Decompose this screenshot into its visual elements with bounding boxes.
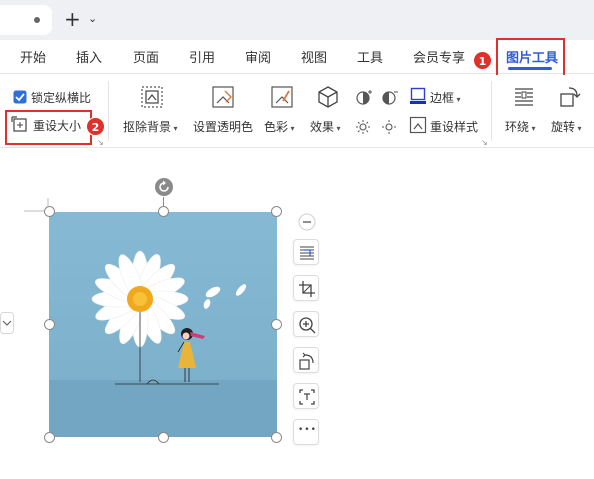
effects-icon[interactable] — [316, 85, 340, 109]
resize-handle-bottom-left[interactable] — [44, 432, 55, 443]
contrast-increase-icon[interactable] — [355, 117, 373, 135]
quick-fit-button[interactable] — [293, 383, 319, 409]
size-dialog-launcher-icon[interactable]: ↘ — [97, 138, 104, 147]
ribbon-divider — [491, 81, 492, 141]
tab-review[interactable]: 审阅 — [245, 47, 271, 66]
wrap-text-icon — [300, 246, 314, 260]
quick-wrap-button[interactable] — [293, 239, 319, 265]
new-tab-dropdown-icon[interactable]: ⌄ — [88, 12, 97, 25]
quick-rotate-button[interactable] — [293, 347, 319, 373]
rotate-handle-icon[interactable] — [154, 177, 174, 197]
brightness-increase-icon[interactable] — [355, 88, 373, 106]
new-tab-button[interactable]: + — [64, 8, 81, 30]
step-badge-1: 1 — [473, 51, 492, 70]
resize-handle-bottom-right[interactable] — [271, 432, 282, 443]
side-panel-toggle-icon[interactable] — [0, 312, 14, 334]
title-bar: + ⌄ — [0, 0, 594, 40]
quick-more-button[interactable]: ••• — [293, 419, 319, 445]
border-button[interactable]: 边框 ▾ — [430, 89, 461, 106]
selected-image[interactable] — [49, 212, 277, 437]
lock-aspect-checkbox[interactable] — [13, 90, 27, 104]
daisy-girl-illustration — [49, 250, 277, 437]
tab-insert[interactable]: 插入 — [76, 47, 102, 66]
zoom-in-icon — [299, 317, 316, 334]
wrap-button[interactable]: 环绕 ▾ — [505, 118, 536, 135]
tab-start[interactable]: 开始 — [20, 47, 46, 66]
remove-background-icon[interactable] — [140, 85, 164, 109]
resize-handle-top-right[interactable] — [271, 206, 282, 217]
set-transparent-color-button[interactable]: 设置透明色 — [193, 118, 253, 135]
color-adjust-icon[interactable] — [270, 85, 294, 109]
tab-member[interactable]: 会员专享 — [413, 47, 465, 66]
tab-tools[interactable]: 工具 — [357, 47, 383, 66]
highlight-box-picture-tools — [496, 38, 565, 80]
crop-icon — [299, 281, 315, 297]
effects-button[interactable]: 效果 ▾ — [310, 118, 341, 135]
brightness-decrease-icon[interactable] — [381, 88, 399, 106]
rotate-icon — [299, 352, 314, 370]
fit-icon — [299, 389, 315, 405]
contrast-decrease-icon[interactable] — [381, 117, 399, 135]
resize-handle-right[interactable] — [271, 319, 282, 330]
rotate-icon[interactable] — [558, 85, 582, 109]
resize-handle-top-left[interactable] — [44, 206, 55, 217]
resize-handle-bottom[interactable] — [158, 432, 169, 443]
resize-handle-top[interactable] — [158, 206, 169, 217]
style-dialog-launcher-icon[interactable]: ↘ — [481, 138, 488, 147]
lock-aspect-label: 锁定纵横比 — [31, 91, 92, 105]
rotate-button[interactable]: 旋转 ▾ — [551, 118, 582, 135]
document-tab[interactable] — [0, 5, 52, 35]
tab-reference[interactable]: 引用 — [189, 47, 215, 66]
tab-page[interactable]: 页面 — [133, 47, 159, 66]
collapse-toolbar-icon[interactable] — [298, 213, 316, 231]
ribbon-divider — [108, 81, 109, 141]
unsaved-dot-icon — [34, 17, 40, 23]
resize-handle-left[interactable] — [44, 319, 55, 330]
highlight-box-reset-size — [5, 110, 92, 145]
remove-background-button[interactable]: 抠除背景 ▾ — [123, 118, 178, 135]
reset-style-button[interactable]: 重设样式 — [430, 118, 478, 135]
color-button[interactable]: 色彩 ▾ — [264, 118, 295, 135]
border-icon[interactable] — [410, 87, 426, 105]
reset-style-icon[interactable] — [409, 116, 427, 134]
wrap-text-icon[interactable] — [512, 85, 536, 109]
step-badge-2: 2 — [86, 117, 105, 136]
set-transparent-color-icon[interactable] — [211, 85, 235, 109]
tab-view[interactable]: 视图 — [301, 47, 327, 66]
more-icon: ••• — [298, 425, 317, 435]
quick-crop-button[interactable] — [293, 275, 319, 301]
quick-zoom-button[interactable] — [293, 311, 319, 337]
